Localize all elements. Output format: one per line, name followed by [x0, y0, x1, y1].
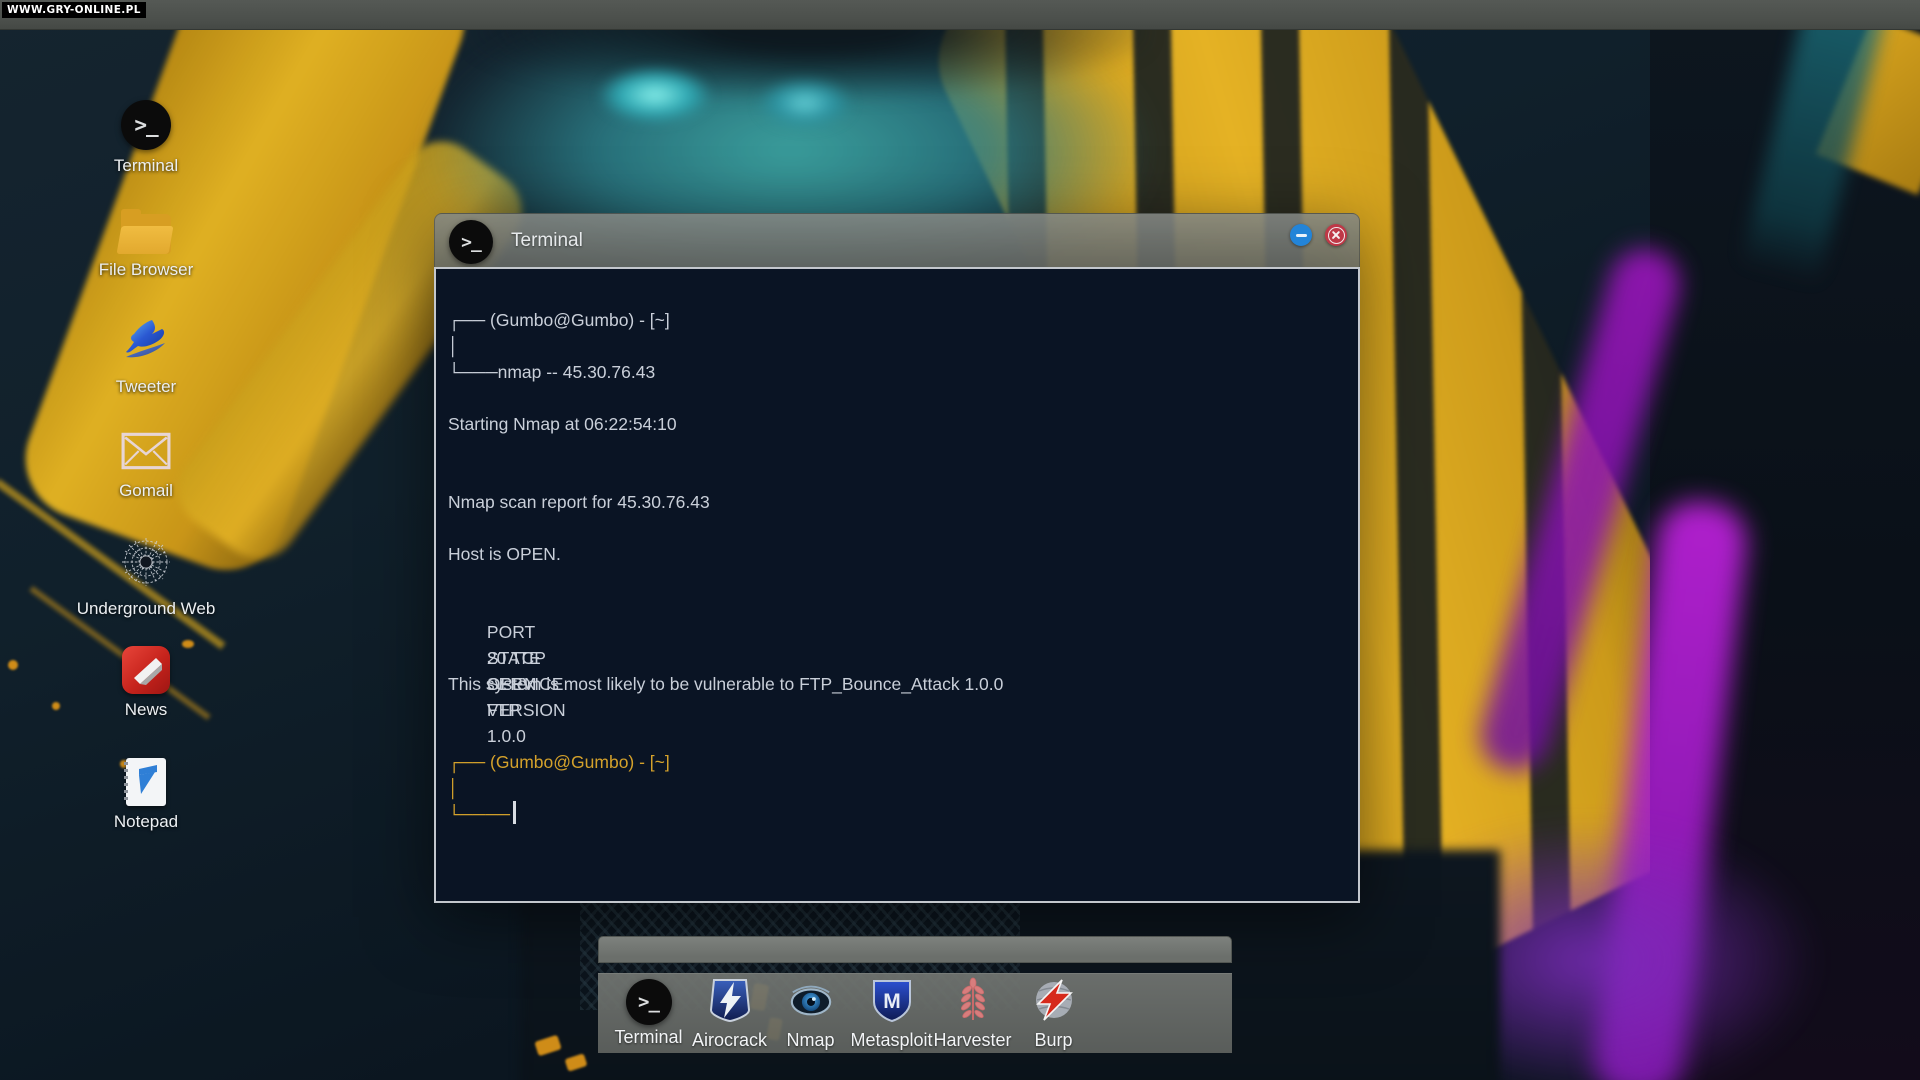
- terminal-prompt-line: ┌── (Gumbo@Gumbo) - [~]: [448, 310, 670, 330]
- terminal-icon: >_: [625, 979, 672, 1025]
- wallpaper-gold-dot: [534, 1034, 562, 1057]
- svg-text:M: M: [883, 990, 901, 1013]
- minimize-button[interactable]: [1290, 224, 1312, 246]
- close-button[interactable]: [1325, 224, 1347, 246]
- desktop-icon-label: Tweeter: [115, 377, 177, 396]
- desktop-icon-file-browser[interactable]: File Browser: [81, 208, 211, 280]
- desktop-icon-tweeter[interactable]: Tweeter: [81, 318, 211, 397]
- terminal-table-header: PORT STATE SERVICE VERSION: [486, 622, 566, 720]
- terminal-table-row: 20 TCP OPEN FTP 1.0.0: [486, 648, 546, 746]
- dock-item-nmap[interactable]: Nmap: [770, 977, 851, 1051]
- desktop-icon-label: News: [124, 700, 168, 719]
- wallpaper-gold-corner: [1815, 14, 1920, 196]
- wallpaper-eye-glow: [760, 80, 850, 126]
- desktop-icon-terminal[interactable]: >_ Terminal: [81, 100, 211, 176]
- terminal-prompt-line: ┌── (Gumbo@Gumbo) - [~]: [448, 752, 670, 772]
- desktop-icon-label: Terminal: [113, 156, 179, 175]
- terminal-icon: >_: [121, 100, 171, 150]
- desktop-icon-label: File Browser: [98, 260, 194, 279]
- desktop-icon-label: Notepad: [113, 812, 179, 831]
- desktop-icon-label: Underground Web: [76, 599, 216, 618]
- desktop-screen: WWW.GRY-ONLINE.PL >_ Terminal File Brows…: [0, 0, 1920, 1080]
- wallpaper-violet-glow: [1360, 820, 1820, 1080]
- shield-lightning-icon: [707, 977, 753, 1028]
- window-titlebar[interactable]: >_ Terminal: [434, 213, 1360, 267]
- desktop-icon-label: Gomail: [119, 481, 173, 500]
- dock-item-airocrack[interactable]: Airocrack: [689, 977, 770, 1051]
- news-icon: [122, 646, 170, 694]
- desktop-icon-gomail[interactable]: Gomail: [81, 432, 211, 501]
- terminal-output-line: Starting Nmap at 06:22:54:10: [448, 414, 677, 434]
- wallpaper-gold-shape-left: [8, 0, 482, 587]
- folder-icon: [116, 209, 174, 254]
- dock-item-metasploit[interactable]: M Metasploit: [850, 977, 933, 1051]
- terminal-prompt-line: │: [448, 336, 459, 356]
- watermark: WWW.GRY-ONLINE.PL: [2, 2, 146, 18]
- terminal-content[interactable]: ┌── (Gumbo@Gumbo) - [~] │ └───nmap -- 45…: [434, 267, 1360, 903]
- envelope-icon: [121, 432, 171, 475]
- wallpaper-eye-glow: [600, 68, 710, 122]
- desktop-icon-news[interactable]: News: [81, 646, 211, 720]
- terminal-prompt-line: │: [448, 778, 459, 798]
- terminal-output-line: Nmap scan report for 45.30.76.43: [448, 492, 710, 512]
- dock-item-terminal[interactable]: >_ Terminal: [608, 979, 689, 1048]
- desktop-icon-underground-web[interactable]: Underground Web: [77, 536, 215, 619]
- terminal-cursor: [513, 801, 516, 824]
- terminal-output-line: Host is OPEN.: [448, 544, 561, 564]
- window-title: Terminal: [511, 230, 583, 251]
- bolt-sphere-icon: [1031, 977, 1077, 1028]
- terminal-output-line: This system is most likely to be vulnera…: [448, 674, 1004, 694]
- minimized-window-bar[interactable]: [598, 936, 1232, 963]
- terminal-command-line: └───nmap -- 45.30.76.43: [448, 362, 656, 382]
- wallpaper-dark-right: [1650, 0, 1920, 1080]
- terminal-prompt-line: └────: [448, 801, 516, 827]
- shield-m-icon: M: [869, 977, 915, 1028]
- desktop-icon-notepad[interactable]: Notepad: [81, 758, 211, 832]
- minimize-icon: [1295, 233, 1307, 237]
- eye-icon: [788, 977, 834, 1028]
- wallpaper-gold-dot: [52, 702, 60, 710]
- dock-item-harvester[interactable]: Harvester: [932, 977, 1013, 1051]
- terminal-icon: >_: [449, 220, 493, 264]
- dock-item-burp[interactable]: Burp: [1013, 977, 1094, 1051]
- system-top-bar: [0, 0, 1920, 30]
- wallpaper-teal-streak: [1739, 0, 1891, 286]
- notepad-icon: [124, 758, 166, 806]
- wallpaper-neon-magenta: [1588, 496, 1752, 1080]
- wallpaper-neon-magenta: [1471, 240, 1689, 780]
- bird-icon: [121, 318, 171, 371]
- spiderweb-icon: [120, 536, 172, 593]
- wallpaper-gold-dot: [8, 660, 18, 670]
- wallpaper-gold-dot: [564, 1053, 588, 1072]
- wheat-icon: [950, 977, 996, 1028]
- terminal-window: >_ Terminal ┌── (Gumbo@Gumbo) - [~] │ └─…: [434, 213, 1360, 903]
- dock: >_ Terminal Airocrack Nmap M Metasploit …: [598, 973, 1232, 1053]
